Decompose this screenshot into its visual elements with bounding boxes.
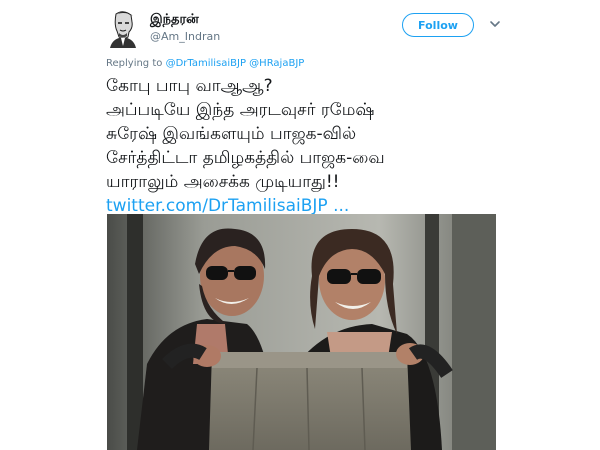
tweet-line: சேர்த்திட்டா தமிழகத்தில் பாஜக-வை: [106, 148, 385, 168]
chevron-down-icon[interactable]: [488, 17, 502, 31]
avatar-portrait-icon: [106, 10, 140, 48]
user-handle[interactable]: @Am_Indran: [150, 30, 220, 44]
reply-context: Replying to @DrTamilisaiBJP @HRajaBJP: [106, 58, 304, 69]
follow-button[interactable]: Follow: [402, 13, 474, 37]
display-name[interactable]: இந்தரன்: [150, 12, 220, 28]
tweet-line: கோபு பாபு வாஆஆ?: [106, 76, 273, 96]
tweet-line: அப்படியே இந்த அரடவுசர் ரமேஷ்: [106, 100, 375, 120]
name-block: இந்தரன் @Am_Indran: [150, 12, 220, 44]
photo-two-men-holding-trousers: [107, 214, 496, 450]
tweet-line: சுரேஷ் இவங்களயும் பாஜக-வில்: [106, 124, 357, 144]
tweet-line: யாராலும் அசைக்க முடியாது!!: [106, 172, 340, 192]
tweet-card: இந்தரன் @Am_Indran Follow Replying to @D…: [92, 0, 508, 450]
avatar[interactable]: [106, 10, 140, 48]
tweet-text: கோபு பாபு வாஆஆ? அப்படியே இந்த அரடவுசர் ர…: [106, 74, 502, 218]
reply-mentions[interactable]: @DrTamilisaiBJP @HRajaBJP: [166, 58, 305, 69]
tweet-header: இந்தரன் @Am_Indran Follow: [106, 8, 506, 52]
reply-prefix: Replying to: [106, 58, 163, 69]
tweet-media-image[interactable]: [107, 214, 496, 450]
